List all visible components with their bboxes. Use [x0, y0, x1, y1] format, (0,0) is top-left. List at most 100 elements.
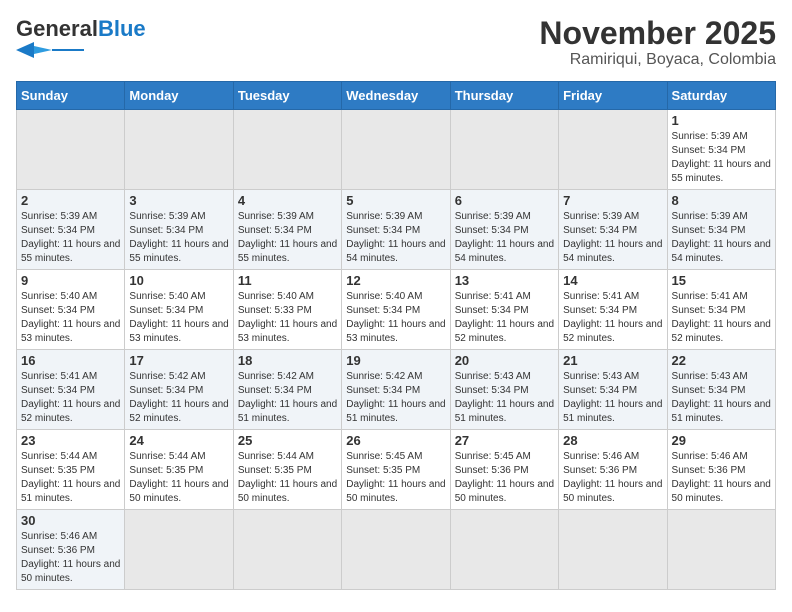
- weekday-sunday: Sunday: [17, 82, 125, 110]
- calendar-cell: 24 Sunrise: 5:44 AM Sunset: 5:35 PM Dayl…: [125, 430, 233, 510]
- location: Ramiriqui, Boyaca, Colombia: [539, 51, 776, 69]
- calendar-cell: 15 Sunrise: 5:41 AM Sunset: 5:34 PM Dayl…: [667, 270, 775, 350]
- day-info: Sunrise: 5:41 AM Sunset: 5:34 PM Dayligh…: [672, 291, 771, 344]
- day-number: 9: [21, 273, 120, 288]
- day-number: 20: [455, 353, 554, 368]
- day-number: 18: [238, 353, 337, 368]
- calendar-cell: 26 Sunrise: 5:45 AM Sunset: 5:35 PM Dayl…: [342, 430, 450, 510]
- weekday-header-row: SundayMondayTuesdayWednesdayThursdayFrid…: [17, 82, 776, 110]
- day-info: Sunrise: 5:43 AM Sunset: 5:34 PM Dayligh…: [563, 371, 662, 424]
- logo: General Blue: [16, 16, 146, 58]
- day-number: 22: [672, 353, 771, 368]
- day-info: Sunrise: 5:42 AM Sunset: 5:34 PM Dayligh…: [238, 371, 337, 424]
- calendar-cell: 3 Sunrise: 5:39 AM Sunset: 5:34 PM Dayli…: [125, 190, 233, 270]
- calendar-cell: 11 Sunrise: 5:40 AM Sunset: 5:33 PM Dayl…: [233, 270, 341, 350]
- logo-general: General: [16, 16, 98, 42]
- weekday-monday: Monday: [125, 82, 233, 110]
- day-number: 23: [21, 433, 120, 448]
- day-number: 12: [346, 273, 445, 288]
- day-info: Sunrise: 5:41 AM Sunset: 5:34 PM Dayligh…: [455, 291, 554, 344]
- day-info: Sunrise: 5:43 AM Sunset: 5:34 PM Dayligh…: [672, 371, 771, 424]
- calendar-cell: 4 Sunrise: 5:39 AM Sunset: 5:34 PM Dayli…: [233, 190, 341, 270]
- calendar-cell: 8 Sunrise: 5:39 AM Sunset: 5:34 PM Dayli…: [667, 190, 775, 270]
- day-info: Sunrise: 5:40 AM Sunset: 5:33 PM Dayligh…: [238, 291, 337, 344]
- calendar-row: 30 Sunrise: 5:46 AM Sunset: 5:36 PM Dayl…: [17, 510, 776, 590]
- day-info: Sunrise: 5:46 AM Sunset: 5:36 PM Dayligh…: [563, 451, 662, 504]
- day-number: 28: [563, 433, 662, 448]
- title-area: November 2025 Ramiriqui, Boyaca, Colombi…: [539, 16, 776, 69]
- day-number: 25: [238, 433, 337, 448]
- calendar-row: 16 Sunrise: 5:41 AM Sunset: 5:34 PM Dayl…: [17, 350, 776, 430]
- day-info: Sunrise: 5:40 AM Sunset: 5:34 PM Dayligh…: [21, 291, 120, 344]
- calendar-cell: [667, 510, 775, 590]
- day-number: 29: [672, 433, 771, 448]
- calendar-cell: 2 Sunrise: 5:39 AM Sunset: 5:34 PM Dayli…: [17, 190, 125, 270]
- calendar-cell: 18 Sunrise: 5:42 AM Sunset: 5:34 PM Dayl…: [233, 350, 341, 430]
- day-number: 17: [129, 353, 228, 368]
- day-info: Sunrise: 5:39 AM Sunset: 5:34 PM Dayligh…: [238, 211, 337, 264]
- calendar-cell: [233, 110, 341, 190]
- day-number: 24: [129, 433, 228, 448]
- calendar-cell: 9 Sunrise: 5:40 AM Sunset: 5:34 PM Dayli…: [17, 270, 125, 350]
- day-number: 2: [21, 193, 120, 208]
- calendar-cell: 16 Sunrise: 5:41 AM Sunset: 5:34 PM Dayl…: [17, 350, 125, 430]
- day-info: Sunrise: 5:39 AM Sunset: 5:34 PM Dayligh…: [21, 211, 120, 264]
- day-info: Sunrise: 5:39 AM Sunset: 5:34 PM Dayligh…: [129, 211, 228, 264]
- day-number: 26: [346, 433, 445, 448]
- month-title: November 2025: [539, 16, 776, 51]
- calendar-cell: 22 Sunrise: 5:43 AM Sunset: 5:34 PM Dayl…: [667, 350, 775, 430]
- calendar-cell: 29 Sunrise: 5:46 AM Sunset: 5:36 PM Dayl…: [667, 430, 775, 510]
- calendar-cell: [559, 510, 667, 590]
- day-number: 5: [346, 193, 445, 208]
- calendar-cell: 7 Sunrise: 5:39 AM Sunset: 5:34 PM Dayli…: [559, 190, 667, 270]
- day-info: Sunrise: 5:43 AM Sunset: 5:34 PM Dayligh…: [455, 371, 554, 424]
- calendar-cell: 23 Sunrise: 5:44 AM Sunset: 5:35 PM Dayl…: [17, 430, 125, 510]
- calendar-row: 9 Sunrise: 5:40 AM Sunset: 5:34 PM Dayli…: [17, 270, 776, 350]
- calendar-cell: 6 Sunrise: 5:39 AM Sunset: 5:34 PM Dayli…: [450, 190, 558, 270]
- day-number: 14: [563, 273, 662, 288]
- calendar-cell: [342, 510, 450, 590]
- day-number: 7: [563, 193, 662, 208]
- day-number: 6: [455, 193, 554, 208]
- calendar-cell: 1 Sunrise: 5:39 AM Sunset: 5:34 PM Dayli…: [667, 110, 775, 190]
- calendar-cell: [342, 110, 450, 190]
- weekday-wednesday: Wednesday: [342, 82, 450, 110]
- day-info: Sunrise: 5:44 AM Sunset: 5:35 PM Dayligh…: [238, 451, 337, 504]
- calendar-row: 2 Sunrise: 5:39 AM Sunset: 5:34 PM Dayli…: [17, 190, 776, 270]
- calendar-row: 1 Sunrise: 5:39 AM Sunset: 5:34 PM Dayli…: [17, 110, 776, 190]
- weekday-saturday: Saturday: [667, 82, 775, 110]
- logo-blue: Blue: [98, 16, 146, 42]
- weekday-thursday: Thursday: [450, 82, 558, 110]
- day-number: 1: [672, 113, 771, 128]
- weekday-friday: Friday: [559, 82, 667, 110]
- day-info: Sunrise: 5:39 AM Sunset: 5:34 PM Dayligh…: [563, 211, 662, 264]
- calendar-cell: [125, 110, 233, 190]
- calendar-cell: 20 Sunrise: 5:43 AM Sunset: 5:34 PM Dayl…: [450, 350, 558, 430]
- calendar-cell: 19 Sunrise: 5:42 AM Sunset: 5:34 PM Dayl…: [342, 350, 450, 430]
- day-number: 11: [238, 273, 337, 288]
- logo-icon: [16, 42, 84, 58]
- day-number: 30: [21, 513, 120, 528]
- day-info: Sunrise: 5:44 AM Sunset: 5:35 PM Dayligh…: [129, 451, 228, 504]
- day-number: 4: [238, 193, 337, 208]
- day-info: Sunrise: 5:45 AM Sunset: 5:35 PM Dayligh…: [346, 451, 445, 504]
- day-number: 21: [563, 353, 662, 368]
- calendar-cell: [125, 510, 233, 590]
- day-info: Sunrise: 5:39 AM Sunset: 5:34 PM Dayligh…: [672, 211, 771, 264]
- calendar-cell: [233, 510, 341, 590]
- day-number: 13: [455, 273, 554, 288]
- day-number: 16: [21, 353, 120, 368]
- calendar-cell: 30 Sunrise: 5:46 AM Sunset: 5:36 PM Dayl…: [17, 510, 125, 590]
- day-info: Sunrise: 5:44 AM Sunset: 5:35 PM Dayligh…: [21, 451, 120, 504]
- calendar-row: 23 Sunrise: 5:44 AM Sunset: 5:35 PM Dayl…: [17, 430, 776, 510]
- calendar-cell: 17 Sunrise: 5:42 AM Sunset: 5:34 PM Dayl…: [125, 350, 233, 430]
- calendar-table: SundayMondayTuesdayWednesdayThursdayFrid…: [16, 81, 776, 590]
- day-info: Sunrise: 5:39 AM Sunset: 5:34 PM Dayligh…: [346, 211, 445, 264]
- day-info: Sunrise: 5:41 AM Sunset: 5:34 PM Dayligh…: [563, 291, 662, 344]
- calendar-cell: 25 Sunrise: 5:44 AM Sunset: 5:35 PM Dayl…: [233, 430, 341, 510]
- day-number: 3: [129, 193, 228, 208]
- day-number: 8: [672, 193, 771, 208]
- day-info: Sunrise: 5:45 AM Sunset: 5:36 PM Dayligh…: [455, 451, 554, 504]
- calendar-cell: [559, 110, 667, 190]
- calendar-cell: [450, 510, 558, 590]
